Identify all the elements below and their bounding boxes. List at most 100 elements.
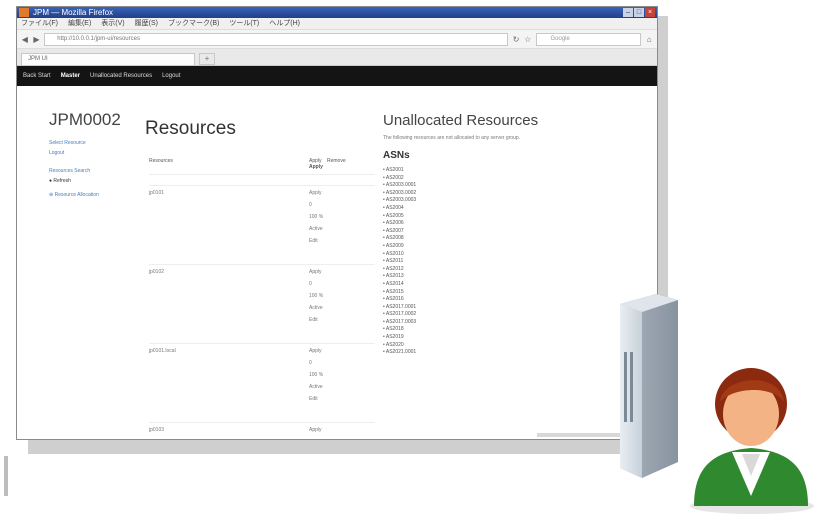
forward-icon[interactable]: ▶ xyxy=(33,35,41,44)
table-row: jp0101 Apply 0 100 % Active Edit xyxy=(149,185,375,250)
resource-value: Edit xyxy=(309,317,318,323)
back-icon[interactable]: ◀ xyxy=(21,35,29,44)
list-item[interactable]: • AS2016 xyxy=(383,296,613,304)
resource-value: Apply xyxy=(309,348,322,354)
search-placeholder: Google xyxy=(550,35,570,42)
search-input[interactable]: Google xyxy=(535,32,642,46)
close-icon[interactable]: × xyxy=(645,8,655,17)
nav-back-start[interactable]: Back Start xyxy=(23,73,51,79)
sidebar-link-logout[interactable]: Logout xyxy=(49,150,129,156)
resource-allocation-label: Resource Allocation xyxy=(54,192,99,198)
window-title: JPM — Mozilla Firefox xyxy=(33,8,114,17)
window-controls: – □ × xyxy=(623,8,655,17)
asn-label: AS2007 xyxy=(385,227,404,234)
resource-value: 0 xyxy=(309,360,312,366)
asn-label: AS2011 xyxy=(385,258,404,265)
list-item[interactable]: • AS2003.0003 xyxy=(383,197,613,205)
resource-name[interactable]: jp0101.local xyxy=(149,348,309,408)
resource-allocation-button[interactable]: ⊕ Resource Allocation xyxy=(49,192,129,198)
resource-value: Active xyxy=(309,305,323,311)
asn-label: AS2005 xyxy=(385,212,404,219)
list-item[interactable]: • AS2017.0001 xyxy=(383,304,613,312)
list-item[interactable]: • AS2003.0002 xyxy=(383,190,613,198)
resource-value: 0 xyxy=(309,202,312,208)
list-item[interactable]: • AS2002 xyxy=(383,175,613,183)
list-item[interactable]: • AS2021.0001 xyxy=(383,349,613,357)
asn-label: AS2015 xyxy=(385,288,404,295)
sidebar-link-refresh[interactable]: ● Refresh xyxy=(49,178,129,184)
tab-jpm[interactable]: JPM UI xyxy=(21,53,195,65)
list-item[interactable]: • AS2006 xyxy=(383,220,613,228)
list-item[interactable]: • AS2011 xyxy=(383,258,613,266)
list-item[interactable]: • AS2008 xyxy=(383,235,613,243)
unallocated-panel: Unallocated Resources The following reso… xyxy=(383,112,613,357)
nav-master[interactable]: Master xyxy=(61,73,80,79)
asn-label: AS2003.0003 xyxy=(385,197,417,204)
list-item[interactable]: • AS2009 xyxy=(383,243,613,251)
resource-values: Apply 0 100 % Active Edit xyxy=(309,269,323,329)
sidebar-link-select-resource[interactable]: Select Resource xyxy=(49,140,129,146)
resource-value: Active xyxy=(309,226,323,232)
asn-label: AS2008 xyxy=(385,235,404,242)
title-bar: JPM — Mozilla Firefox – □ × xyxy=(17,7,657,18)
list-item[interactable]: • AS2010 xyxy=(383,251,613,259)
header-apply-button[interactable]: Apply xyxy=(309,164,323,170)
resource-name[interactable]: jp0102 xyxy=(149,269,309,329)
list-item[interactable]: • AS2007 xyxy=(383,228,613,236)
decor-bar xyxy=(4,456,8,496)
list-item[interactable]: • AS2004 xyxy=(383,205,613,213)
new-tab-button[interactable]: + xyxy=(199,53,215,65)
tab-label: JPM UI xyxy=(28,56,48,62)
bookmark-star-icon[interactable]: ☆ xyxy=(524,35,532,44)
tab-strip: JPM UI + xyxy=(17,49,657,66)
menu-tools[interactable]: ツール(T) xyxy=(229,18,259,29)
list-item[interactable]: • AS2001 xyxy=(383,167,613,175)
home-icon[interactable]: ⌂ xyxy=(645,35,653,44)
resource-name[interactable]: jp0103 xyxy=(149,427,309,439)
app-navbar: Back Start Master Unallocated Resources … xyxy=(17,66,657,86)
asn-label: AS2001 xyxy=(385,167,404,173)
resource-value: Apply xyxy=(309,190,322,196)
menu-help[interactable]: ヘルプ(H) xyxy=(269,18,300,29)
resources-rows: jp0101 Apply 0 100 % Active Edit jp0102 Apply 0 1… xyxy=(145,185,375,439)
menu-bookmarks[interactable]: ブックマーク(B) xyxy=(168,18,219,29)
nav-unallocated[interactable]: Unallocated Resources xyxy=(90,73,152,79)
asn-label: AS2020 xyxy=(385,341,404,348)
menu-history[interactable]: 履歴(S) xyxy=(135,18,158,29)
list-item[interactable]: • AS2005 xyxy=(383,213,613,221)
sidebar-link-search[interactable]: Resources Search xyxy=(49,168,129,174)
list-item[interactable]: • AS2017.0002 xyxy=(383,311,613,319)
list-item[interactable]: • AS2018 xyxy=(383,326,613,334)
asn-label: AS2017.0002 xyxy=(385,311,417,318)
user-avatar-icon xyxy=(690,368,814,514)
list-item[interactable]: • AS2017.0003 xyxy=(383,319,613,327)
menu-edit[interactable]: 編集(E) xyxy=(68,18,91,29)
list-item[interactable]: • AS2014 xyxy=(383,281,613,289)
resource-value: Apply xyxy=(309,269,322,275)
resource-name[interactable]: jp0101 xyxy=(149,190,309,250)
url-text: http://10.0.0.1/jpm-ui/resources xyxy=(57,35,140,42)
list-item[interactable]: • AS2020 xyxy=(383,342,613,350)
plus-icon: ⊕ xyxy=(49,192,54,198)
minimize-icon[interactable]: – xyxy=(623,8,633,17)
reload-icon[interactable]: ↻ xyxy=(512,35,520,44)
menu-view[interactable]: 表示(V) xyxy=(101,18,124,29)
asn-label: AS2009 xyxy=(385,242,404,249)
list-item[interactable]: • AS2019 xyxy=(383,334,613,342)
maximize-icon[interactable]: □ xyxy=(634,8,644,17)
unallocated-title: Unallocated Resources xyxy=(383,112,539,129)
asn-label: AS2006 xyxy=(385,220,404,227)
resource-value: Edit xyxy=(309,396,318,402)
list-item[interactable]: • AS2015 xyxy=(383,289,613,297)
resources-panel: Resources Resources Apply Apply Remove j… xyxy=(145,118,375,439)
asn-label: AS2016 xyxy=(385,296,404,303)
resource-value: Edit xyxy=(309,238,318,244)
user-icon: ● xyxy=(49,178,53,184)
list-item[interactable]: • AS2003.0001 xyxy=(383,182,613,190)
server-tower-icon xyxy=(620,294,678,478)
url-bar[interactable]: http://10.0.0.1/jpm-ui/resources xyxy=(44,32,509,46)
list-item[interactable]: • AS2013 xyxy=(383,273,613,281)
nav-logout[interactable]: Logout xyxy=(162,73,180,79)
menu-file[interactable]: ファイル(F) xyxy=(21,18,58,29)
list-item[interactable]: • AS2012 xyxy=(383,266,613,274)
